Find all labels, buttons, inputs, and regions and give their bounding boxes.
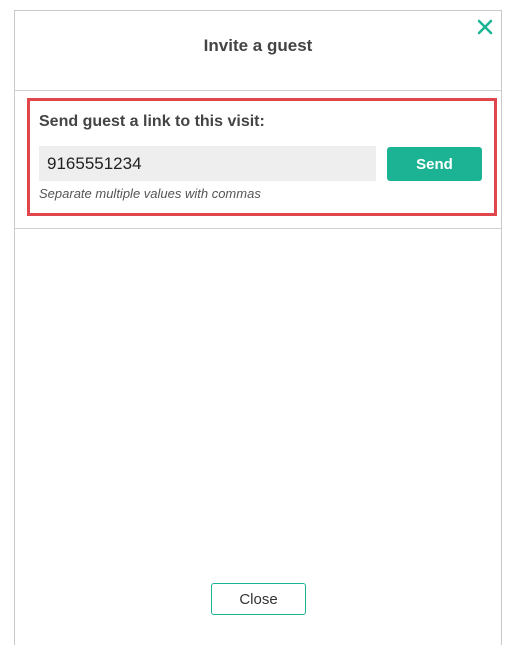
dialog-title: Invite a guest: [203, 36, 313, 55]
invite-label: Send guest a link to this visit:: [39, 113, 265, 130]
page: Invite a guest Send guest a link to this…: [0, 0, 505, 645]
close-button[interactable]: Close: [211, 583, 306, 615]
invite-section: Send guest a link to this visit: Send Se…: [15, 91, 501, 229]
dialog-header: Invite a guest: [15, 11, 501, 91]
close-icon[interactable]: [475, 17, 495, 37]
input-hint: Separate multiple values with commas: [39, 186, 261, 201]
invite-guest-dialog: Invite a guest Send guest a link to this…: [14, 10, 502, 645]
guest-contact-input[interactable]: [39, 146, 376, 181]
send-button[interactable]: Send: [387, 147, 482, 181]
